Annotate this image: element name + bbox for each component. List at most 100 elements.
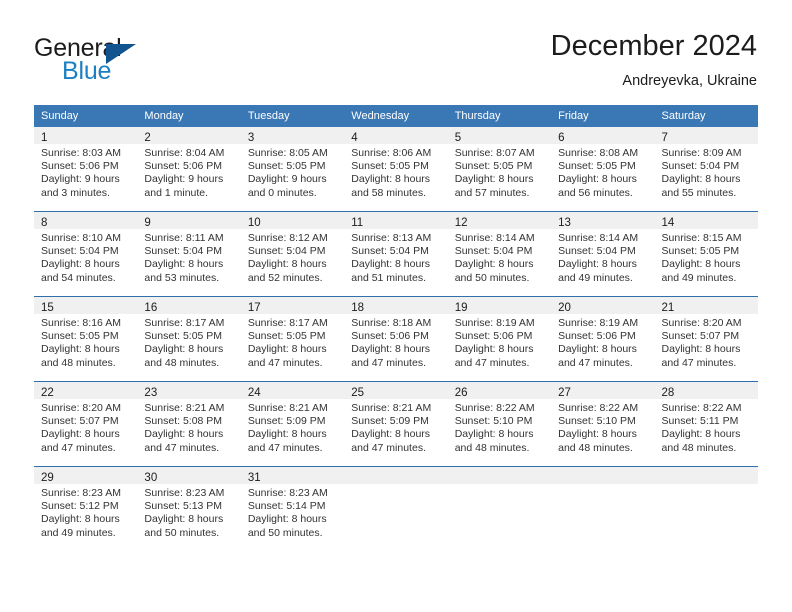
general-blue-logo[interactable]: General Blue [34, 34, 224, 86]
sunrise-text: Sunrise: 8:04 AM [144, 147, 225, 159]
calendar-day-cell[interactable]: 10 Sunrise: 8:12 AM Sunset: 5:04 PM Dayligh… [240, 211, 345, 297]
calendar-day-cell[interactable]: 14 Sunrise: 8:15 AM Sunset: 5:05 PM Dayligh… [654, 211, 758, 297]
sunrise-text: Sunrise: 8:17 AM [144, 317, 225, 329]
sunset-text: Sunset: 5:05 PM [247, 160, 326, 173]
daylight-text-line1: Daylight: 8 hours [247, 428, 327, 441]
sunset-text: Sunset: 5:09 PM [247, 415, 326, 428]
calendar-day-cell[interactable]: 24 Sunrise: 8:21 AM Sunset: 5:09 PM Dayligh… [240, 381, 345, 467]
day-number: 14 [661, 217, 675, 229]
day-cell-inner: 12 Sunrise: 8:14 AM Sunset: 5:04 PM Dayligh… [447, 212, 552, 296]
calendar-day-cell[interactable]: 6 Sunrise: 8:08 AM Sunset: 5:05 PM Daylight… [551, 127, 655, 212]
sunset-text: Sunset: 5:04 PM [558, 245, 636, 258]
day-cell-inner: 22 Sunrise: 8:20 AM Sunset: 5:07 PM Dayligh… [34, 382, 138, 466]
sunrise-text: Sunrise: 8:14 AM [454, 232, 535, 244]
calendar-day-cell[interactable]: 15 Sunrise: 8:16 AM Sunset: 5:05 PM Dayligh… [34, 296, 138, 382]
sunset-text: Sunset: 5:09 PM [351, 415, 429, 428]
sunrise-text: Sunrise: 8:19 AM [558, 317, 639, 329]
calendar-day-cell[interactable]: 26 Sunrise: 8:22 AM Sunset: 5:10 PM Dayligh… [447, 381, 552, 467]
day-number-band: 29 [34, 467, 138, 484]
calendar-week-row: 1 Sunrise: 8:03 AM Sunset: 5:06 PM Daylight… [34, 127, 758, 212]
calendar-day-cell[interactable]: 30 Sunrise: 8:23 AM Sunset: 5:13 PM Dayligh… [137, 466, 241, 551]
calendar-day-cell[interactable]: 28 Sunrise: 8:22 AM Sunset: 5:11 PM Dayligh… [654, 381, 758, 467]
calendar-day-cell[interactable]: 8 Sunrise: 8:10 AM Sunset: 5:04 PM Daylight… [34, 211, 138, 297]
calendar-day-cell[interactable]: 12 Sunrise: 8:14 AM Sunset: 5:04 PM Dayligh… [447, 211, 552, 297]
calendar-day-cell[interactable]: 31 Sunrise: 8:23 AM Sunset: 5:14 PM Dayligh… [240, 466, 345, 551]
day-cell-inner: 27 Sunrise: 8:22 AM Sunset: 5:10 PM Dayligh… [551, 382, 655, 466]
calendar-day-cell[interactable]: 29 Sunrise: 8:23 AM Sunset: 5:12 PM Dayligh… [34, 466, 138, 551]
sunset-text: Sunset: 5:14 PM [247, 500, 326, 513]
sunrise-text: Sunrise: 8:14 AM [558, 232, 639, 244]
day-number-band: 1 [34, 127, 138, 144]
day-cell-details: Sunrise: 8:16 AM Sunset: 5:05 PM Daylight:… [34, 314, 137, 370]
daylight-text-line2: and 3 minutes. [41, 186, 110, 199]
calendar-day-cell[interactable]: 23 Sunrise: 8:21 AM Sunset: 5:08 PM Dayligh… [137, 381, 241, 467]
daylight-text-line1: Daylight: 8 hours [247, 343, 327, 356]
day-cell-details: Sunrise: 8:10 AM Sunset: 5:04 PM Daylight:… [34, 229, 137, 285]
calendar-day-cell[interactable]: 27 Sunrise: 8:22 AM Sunset: 5:10 PM Dayligh… [551, 381, 655, 467]
calendar-day-cell[interactable]: 11 Sunrise: 8:13 AM Sunset: 5:04 PM Dayligh… [344, 211, 448, 297]
daylight-text-line2: and 53 minutes. [144, 271, 220, 284]
day-cell-details: Sunrise: 8:14 AM Sunset: 5:04 PM Daylight:… [448, 229, 551, 285]
day-cell-details: Sunrise: 8:14 AM Sunset: 5:04 PM Daylight:… [551, 229, 654, 285]
brand-name-blue: Blue [62, 57, 112, 85]
weekday-header-wednesday: Wednesday [344, 105, 448, 127]
day-cell-details: Sunrise: 8:23 AM Sunset: 5:13 PM Daylight:… [137, 484, 240, 540]
day-number: 24 [247, 387, 261, 399]
day-number: 28 [661, 387, 675, 399]
calendar-day-cell[interactable]: 5 Sunrise: 8:07 AM Sunset: 5:05 PM Daylight… [447, 127, 552, 212]
day-cell-details: Sunrise: 8:09 AM Sunset: 5:04 PM Daylight:… [655, 144, 758, 200]
day-cell-inner [654, 467, 758, 551]
daylight-text-line1: Daylight: 9 hours [247, 173, 327, 186]
calendar-day-cell[interactable]: 2 Sunrise: 8:04 AM Sunset: 5:06 PM Daylight… [137, 127, 241, 212]
calendar-day-cell[interactable]: 9 Sunrise: 8:11 AM Sunset: 5:04 PM Daylight… [137, 211, 241, 297]
daylight-text-line2: and 49 minutes. [558, 271, 633, 284]
day-number-band: 16 [137, 297, 241, 314]
sunset-text: Sunset: 5:05 PM [247, 330, 326, 343]
day-number-band: 21 [654, 297, 758, 314]
day-cell-inner: 11 Sunrise: 8:13 AM Sunset: 5:04 PM Dayligh… [344, 212, 448, 296]
day-cell-details: Sunrise: 8:17 AM Sunset: 5:05 PM Daylight:… [137, 314, 240, 370]
calendar-day-cell[interactable]: 7 Sunrise: 8:09 AM Sunset: 5:04 PM Daylight… [654, 127, 758, 212]
calendar-day-cell[interactable]: 21 Sunrise: 8:20 AM Sunset: 5:07 PM Dayligh… [654, 296, 758, 382]
sunrise-text: Sunrise: 8:22 AM [661, 402, 742, 414]
daylight-text-line1: Daylight: 8 hours [144, 258, 224, 271]
day-number: 5 [454, 132, 462, 144]
sunrise-text: Sunrise: 8:12 AM [247, 232, 328, 244]
sunrise-text: Sunrise: 8:21 AM [247, 402, 328, 414]
calendar-table: Sunday Monday Tuesday Wednesday Thursday… [34, 105, 758, 551]
day-cell-inner: 17 Sunrise: 8:17 AM Sunset: 5:05 PM Dayligh… [240, 297, 345, 381]
calendar-day-cell[interactable]: 18 Sunrise: 8:18 AM Sunset: 5:06 PM Dayligh… [344, 296, 448, 382]
day-cell-inner: 24 Sunrise: 8:21 AM Sunset: 5:09 PM Dayligh… [240, 382, 345, 466]
calendar-week-row: 8 Sunrise: 8:10 AM Sunset: 5:04 PM Daylight… [34, 211, 758, 297]
calendar-day-cell[interactable]: 1 Sunrise: 8:03 AM Sunset: 5:06 PM Daylight… [34, 127, 138, 212]
calendar-day-cell[interactable]: 25 Sunrise: 8:21 AM Sunset: 5:09 PM Dayligh… [344, 381, 448, 467]
day-number: 8 [41, 217, 48, 229]
calendar-header-row: Sunday Monday Tuesday Wednesday Thursday… [34, 105, 758, 127]
weekday-header-sunday: Sunday [34, 105, 138, 127]
sunrise-text: Sunrise: 8:06 AM [351, 147, 432, 159]
calendar-day-cell[interactable]: 3 Sunrise: 8:05 AM Sunset: 5:05 PM Daylight… [240, 127, 345, 212]
day-cell-details: Sunrise: 8:21 AM Sunset: 5:09 PM Daylight:… [241, 399, 344, 455]
daylight-text-line1: Daylight: 8 hours [351, 343, 431, 356]
daylight-text-line2: and 48 minutes. [558, 441, 633, 454]
calendar-day-cell[interactable]: 19 Sunrise: 8:19 AM Sunset: 5:06 PM Dayligh… [447, 296, 552, 382]
calendar-day-cell[interactable]: 16 Sunrise: 8:17 AM Sunset: 5:05 PM Dayligh… [137, 296, 241, 382]
daylight-text-line1: Daylight: 8 hours [661, 343, 741, 356]
calendar-day-cell[interactable]: 17 Sunrise: 8:17 AM Sunset: 5:05 PM Dayligh… [240, 296, 345, 382]
day-cell-details: Sunrise: 8:23 AM Sunset: 5:12 PM Daylight:… [34, 484, 137, 540]
calendar-day-cell[interactable]: 13 Sunrise: 8:14 AM Sunset: 5:04 PM Dayligh… [551, 211, 655, 297]
day-number-band: 6 [551, 127, 655, 144]
calendar-week-row: 22 Sunrise: 8:20 AM Sunset: 5:07 PM Dayligh… [34, 381, 758, 467]
daylight-text-line2: and 55 minutes. [661, 186, 737, 199]
sunrise-text: Sunrise: 8:20 AM [661, 317, 742, 329]
calendar-day-cell[interactable]: 22 Sunrise: 8:20 AM Sunset: 5:07 PM Dayligh… [34, 381, 138, 467]
sunrise-text: Sunrise: 8:11 AM [144, 232, 224, 244]
calendar-day-cell[interactable]: 20 Sunrise: 8:19 AM Sunset: 5:06 PM Dayligh… [551, 296, 655, 382]
weekday-header-monday: Monday [137, 105, 241, 127]
sunrise-text: Sunrise: 8:20 AM [41, 402, 121, 414]
calendar-day-cell[interactable]: 4 Sunrise: 8:06 AM Sunset: 5:05 PM Daylight… [344, 127, 448, 212]
day-number: 19 [454, 302, 468, 314]
sunrise-text: Sunrise: 8:22 AM [558, 402, 639, 414]
day-cell-details [344, 484, 447, 487]
day-number: 17 [247, 302, 261, 314]
